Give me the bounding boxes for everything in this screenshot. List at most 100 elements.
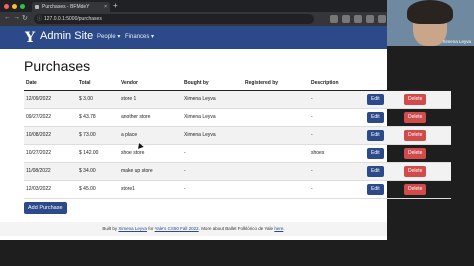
minimize-window-button[interactable] <box>12 4 17 9</box>
description-cell: - <box>309 180 365 199</box>
profile-icon[interactable] <box>366 15 374 23</box>
registered-by-cell <box>243 126 309 145</box>
description-cell: - <box>309 126 365 145</box>
delete-button[interactable]: Delete <box>404 147 427 159</box>
delete-cell: Delete <box>402 90 451 109</box>
reload-icon[interactable]: ↻ <box>22 14 28 22</box>
maximize-window-button[interactable] <box>20 4 25 9</box>
author-link[interactable]: Ximena Leyva <box>118 226 147 231</box>
column-header: Total <box>77 76 119 91</box>
registered-by-cell <box>243 144 309 163</box>
vendor-cell: store 1 <box>119 90 182 109</box>
date-cell: 10/27/2022 <box>24 144 77 163</box>
description-cell: shoes <box>309 144 365 163</box>
brand-title[interactable]: Admin Site <box>40 30 93 42</box>
browser-tab[interactable]: Purchases - BFMdeY × <box>32 2 110 12</box>
extension-icon[interactable] <box>330 15 338 23</box>
edit-button[interactable]: Edit <box>367 129 384 141</box>
forward-icon[interactable]: → <box>13 14 20 21</box>
edit-button[interactable]: Edit <box>367 147 384 159</box>
menu-icon[interactable] <box>378 15 386 23</box>
edit-cell: Edit <box>365 162 402 181</box>
url-text: 127.0.0.1:5000/purchases <box>44 16 102 22</box>
column-header: Date <box>24 76 77 91</box>
toolbar-icons <box>330 15 386 23</box>
vendor-cell: a place <box>119 126 182 145</box>
url-field[interactable]: ⓘ 127.0.0.1:5000/purchases <box>34 14 314 24</box>
total-cell: $ 73.00 <box>77 126 119 145</box>
purchases-table: Date Total Vendor Bought by Registered b… <box>24 76 451 199</box>
delete-cell: Delete <box>402 126 451 145</box>
window-controls <box>4 4 25 9</box>
total-cell: $ 43.78 <box>77 108 119 127</box>
info-icon: ⓘ <box>37 16 43 22</box>
yale-logo[interactable]: Y <box>25 30 35 46</box>
footer-text: Built by <box>102 226 119 231</box>
webcam-overlay: Ximena Leyva <box>387 0 474 46</box>
bought-by-cell: - <box>182 144 243 163</box>
edit-cell: Edit <box>365 108 402 127</box>
delete-button[interactable]: Delete <box>404 93 427 105</box>
column-header <box>402 76 451 91</box>
bought-by-cell: - <box>182 180 243 199</box>
course-link[interactable]: Yale's CS50 Fall 2022 <box>155 226 199 231</box>
table-row: 12/03/2022 $ 45.00 store1 - - Edit Delet… <box>24 180 451 199</box>
edit-button[interactable]: Edit <box>367 93 384 105</box>
vendor-cell: shoe store <box>119 144 182 163</box>
tab-title: Purchases - BFMdeY <box>42 4 90 10</box>
date-cell: 12/09/2022 <box>24 90 77 109</box>
favicon-icon <box>35 5 39 9</box>
here-link[interactable]: here <box>274 226 283 231</box>
edit-cell: Edit <box>365 90 402 109</box>
site-navbar: Y Admin Site People ▾ Finances ▾ <box>0 26 387 49</box>
delete-button[interactable]: Delete <box>404 165 427 177</box>
edit-cell: Edit <box>365 126 402 145</box>
presenter-name: Ximena Leyva <box>442 39 471 44</box>
total-cell: $ 45.00 <box>77 180 119 199</box>
delete-button[interactable]: Delete <box>404 183 427 195</box>
edit-button[interactable]: Edit <box>367 165 384 177</box>
total-cell: $ 3.00 <box>77 90 119 109</box>
tab-close-icon[interactable]: × <box>104 2 107 12</box>
new-tab-button[interactable]: + <box>113 1 118 10</box>
description-cell: - <box>309 108 365 127</box>
table-row: 12/09/2022 $ 3.00 store 1 Ximena Leyva -… <box>24 90 451 109</box>
delete-cell: Delete <box>402 144 451 163</box>
table-header-row: Date Total Vendor Bought by Registered b… <box>24 76 451 91</box>
date-cell: 11/08/2022 <box>24 162 77 181</box>
delete-cell: Delete <box>402 108 451 127</box>
vendor-cell: make up store <box>119 162 182 181</box>
table-row: 09/27/2022 $ 43.78 another store Ximena … <box>24 108 451 127</box>
registered-by-cell <box>243 180 309 199</box>
column-header: Registered by <box>243 76 309 91</box>
footer-text: . <box>283 226 285 231</box>
page-title: Purchases <box>24 58 91 74</box>
extension-icon[interactable] <box>354 15 362 23</box>
edit-button[interactable]: Edit <box>367 183 384 195</box>
total-cell: $ 142.00 <box>77 144 119 163</box>
column-header: Description <box>309 76 365 91</box>
close-window-button[interactable] <box>4 4 9 9</box>
extension-icon[interactable] <box>342 15 350 23</box>
bought-by-cell: Ximena Leyva <box>182 108 243 127</box>
registered-by-cell <box>243 90 309 109</box>
edit-cell: Edit <box>365 180 402 199</box>
back-icon[interactable]: ← <box>4 14 11 21</box>
table-row: 10/27/2022 $ 142.00 shoe store - shoes E… <box>24 144 451 163</box>
finances-dropdown[interactable]: Finances ▾ <box>125 33 154 40</box>
delete-button[interactable]: Delete <box>404 111 427 123</box>
description-cell: - <box>309 162 365 181</box>
table-row: 10/08/2022 $ 73.00 a place Ximena Leyva … <box>24 126 451 145</box>
edit-button[interactable]: Edit <box>367 111 384 123</box>
vendor-cell: another store <box>119 108 182 127</box>
registered-by-cell <box>243 108 309 127</box>
description-cell: - <box>309 90 365 109</box>
people-dropdown[interactable]: People ▾ <box>97 33 120 40</box>
footer-text: for <box>146 226 155 231</box>
delete-button[interactable]: Delete <box>404 129 427 141</box>
browser-window: Purchases - BFMdeY × + ← → ↻ ⓘ 127.0.0.1… <box>0 0 451 240</box>
edit-cell: Edit <box>365 144 402 163</box>
column-header: Vendor <box>119 76 182 91</box>
add-purchase-button[interactable]: Add Purchase <box>24 202 67 214</box>
table-row: 11/08/2022 $ 34.00 make up store - - Edi… <box>24 162 451 181</box>
